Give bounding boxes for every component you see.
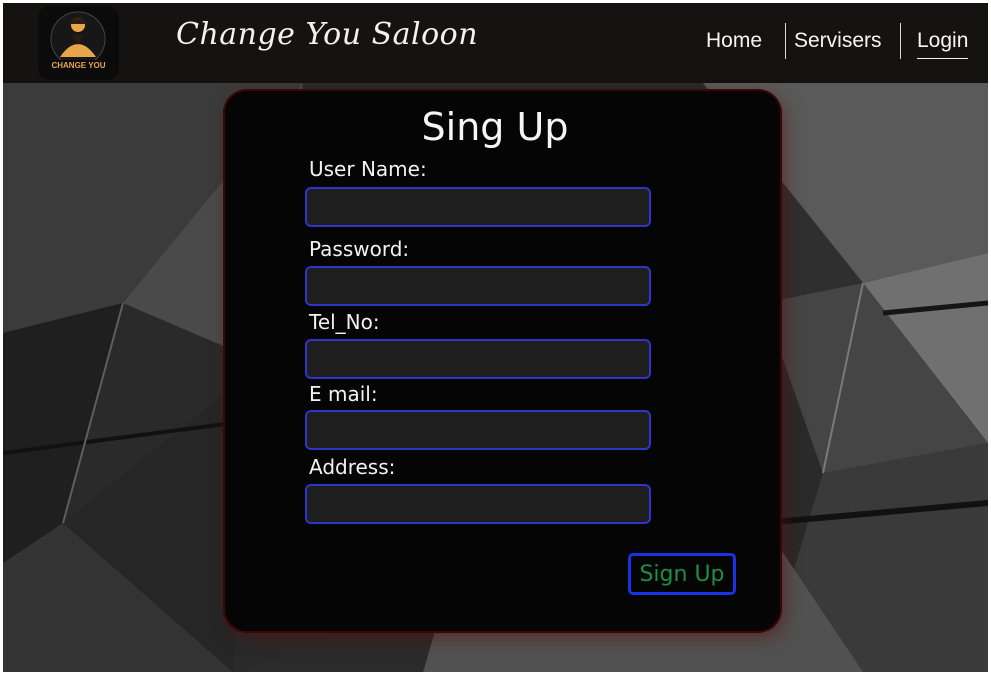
logo-text: CHANGE YOU [51,61,105,70]
password-label: Password: [309,237,410,261]
username-label: User Name: [309,157,427,181]
sign-up-button[interactable]: Sign Up [628,553,736,595]
nav-home-link[interactable]: Home [706,29,762,53]
address-label: Address: [309,455,396,479]
password-input[interactable] [305,266,651,306]
nav-divider [900,23,901,59]
page-frame: CHANGE YOU Change You Saloon Home Servis… [3,3,988,672]
username-input[interactable] [305,187,651,227]
email-label: E mail: [309,382,378,406]
navbar: CHANGE YOU Change You Saloon Home Servis… [3,3,988,83]
brand-logo[interactable]: CHANGE YOU [36,5,121,81]
nav-divider [785,23,786,59]
tel-no-input[interactable] [305,339,651,379]
address-input[interactable] [305,484,651,524]
email-input[interactable] [305,410,651,450]
brand-title: Change You Saloon [176,17,479,52]
tel-no-label: Tel_No: [309,310,380,334]
nav-login-link[interactable]: Login [917,29,969,59]
nav-services-link[interactable]: Servisers [794,29,882,53]
form-title: Sing Up [421,105,569,149]
